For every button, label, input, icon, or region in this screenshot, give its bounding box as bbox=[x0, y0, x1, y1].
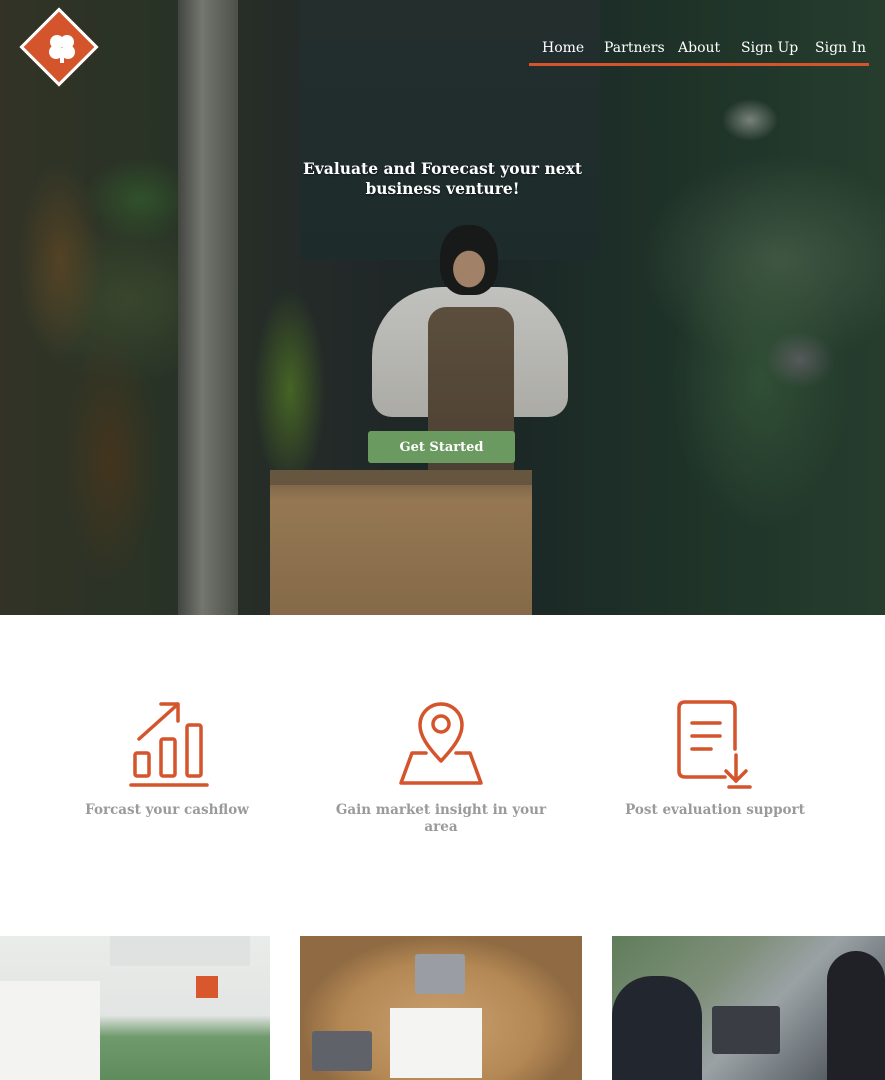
nav-sign-up[interactable]: Sign Up bbox=[741, 40, 798, 56]
meeting-report-sheet bbox=[390, 1008, 482, 1078]
hero-title: Evaluate and Forecast your next business… bbox=[302, 159, 583, 198]
bar-chart-growth-icon bbox=[129, 702, 209, 787]
kitchen-counter bbox=[0, 981, 100, 1080]
business-laptop bbox=[712, 1006, 780, 1054]
nav-sign-in[interactable]: Sign In bbox=[815, 40, 866, 56]
nav-about[interactable]: About bbox=[678, 40, 720, 56]
kitchen-interior-photo bbox=[0, 936, 270, 1080]
meeting-laptop bbox=[415, 954, 465, 994]
hero-overlay bbox=[0, 0, 885, 615]
business-people-laptop-photo bbox=[612, 936, 885, 1080]
business-man bbox=[612, 976, 702, 1080]
feature-cashflow-label: Forcast your cashflow bbox=[85, 802, 249, 818]
map-pin-icon bbox=[399, 702, 483, 785]
hero-banner: Home Partners About Sign Up Sign In Eval… bbox=[0, 0, 885, 615]
business-woman bbox=[827, 951, 885, 1080]
feature-support-label: Post evaluation support bbox=[625, 802, 805, 818]
kitchen-window bbox=[110, 936, 250, 966]
logo-mark-icon bbox=[49, 35, 75, 63]
main-nav: Home Partners About Sign Up Sign In bbox=[529, 38, 869, 66]
nav-partners[interactable]: Partners bbox=[604, 40, 665, 56]
feature-market-insight-label: Gain market insight in your area bbox=[335, 802, 547, 835]
team-meeting-table-photo bbox=[300, 936, 582, 1080]
kitchen-orange-chair bbox=[196, 976, 218, 998]
document-download-icon bbox=[677, 700, 752, 789]
nav-home[interactable]: Home bbox=[542, 40, 584, 56]
meeting-laptop-2 bbox=[312, 1031, 372, 1071]
get-started-button[interactable]: Get Started bbox=[368, 431, 515, 463]
